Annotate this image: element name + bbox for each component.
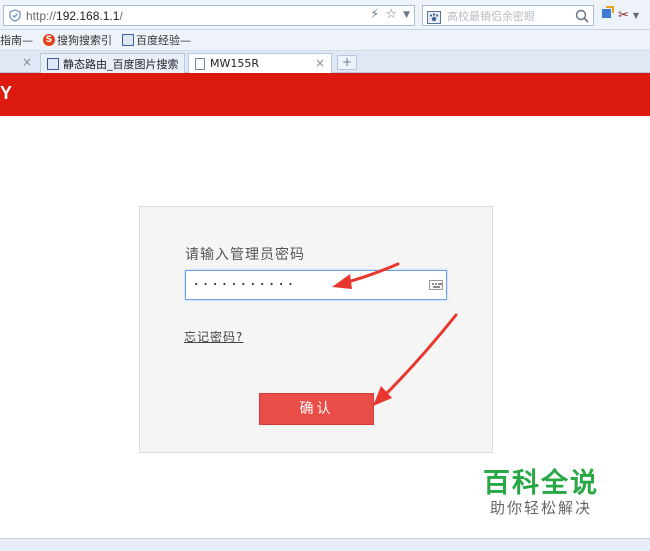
chevron-down-icon[interactable]: ▼: [633, 11, 639, 20]
star-icon[interactable]: ☆: [385, 7, 397, 22]
favorite-item[interactable]: 百度经验—: [122, 32, 191, 48]
favorite-label: 指南—: [0, 34, 33, 47]
watermark-title: 百科全说: [483, 468, 599, 499]
search-placeholder: 高校最销侣余密眼: [447, 9, 535, 23]
tab-label: 静态路由_百度图片搜索: [63, 57, 179, 71]
tab-baidu-images[interactable]: 静态路由_百度图片搜索 ×: [40, 53, 185, 73]
address-bar[interactable]: http://192.168.1.1/ ⚡ ☆ ▼: [3, 5, 415, 26]
new-tab-button[interactable]: +: [337, 55, 357, 70]
tab-strip: × 静态路由_百度图片搜索 × MW155R × +: [0, 51, 650, 73]
address-bar-tools: ⚡ ☆ ▼: [370, 7, 410, 22]
favorite-item[interactable]: S 搜狗搜索引: [43, 32, 112, 48]
favorites-bar: 指南— S 搜狗搜索引 百度经验—: [0, 30, 650, 51]
security-shield-icon: [8, 9, 21, 22]
brand-logo-fragment: Y: [0, 83, 12, 103]
brand-header: Y: [0, 73, 650, 116]
extension-icons: ✂ ▼: [600, 6, 639, 24]
document-icon: [195, 57, 205, 70]
search-icon[interactable]: [575, 8, 589, 27]
chevron-down-icon[interactable]: ▼: [403, 10, 410, 20]
extension-icon[interactable]: [600, 6, 614, 24]
sogou-icon: S: [43, 34, 55, 46]
watermark-subtitle: 助你轻松解决: [490, 499, 593, 517]
url-prefix: http://: [26, 8, 57, 23]
favorite-label: 百度经验—: [136, 34, 191, 47]
tab-label: MW155R: [210, 57, 260, 70]
status-bar: [0, 538, 650, 551]
url-text[interactable]: http://192.168.1.1/: [26, 9, 123, 23]
close-icon[interactable]: ×: [315, 56, 325, 70]
login-panel: 请输入管理员密码 忘记密码? 确认: [139, 206, 493, 453]
baidu-paw-icon: [122, 34, 134, 46]
url-host: 192.168.1.1: [56, 8, 120, 23]
password-prompt: 请输入管理员密码: [185, 247, 305, 263]
close-icon[interactable]: ×: [168, 56, 178, 70]
close-icon[interactable]: ×: [22, 55, 32, 69]
forgot-password-link[interactable]: 忘记密码?: [184, 328, 243, 345]
address-bar-row: http://192.168.1.1/ ⚡ ☆ ▼ 高校最销侣余密眼 ✂ ▼: [0, 0, 650, 30]
confirm-button[interactable]: 确认: [259, 393, 374, 425]
keyboard-icon[interactable]: [429, 280, 443, 290]
scissors-icon[interactable]: ✂: [618, 8, 629, 23]
tab-mw155r[interactable]: MW155R ×: [188, 53, 332, 73]
password-input[interactable]: [185, 270, 447, 300]
favorite-label: 搜狗搜索引: [57, 34, 112, 47]
url-suffix: /: [119, 8, 123, 23]
paw-icon: [427, 9, 441, 28]
lightning-icon[interactable]: ⚡: [370, 7, 379, 22]
search-box[interactable]: 高校最销侣余密眼: [422, 5, 594, 26]
paw-icon: [47, 57, 59, 70]
favorite-item[interactable]: 指南—: [0, 32, 33, 48]
